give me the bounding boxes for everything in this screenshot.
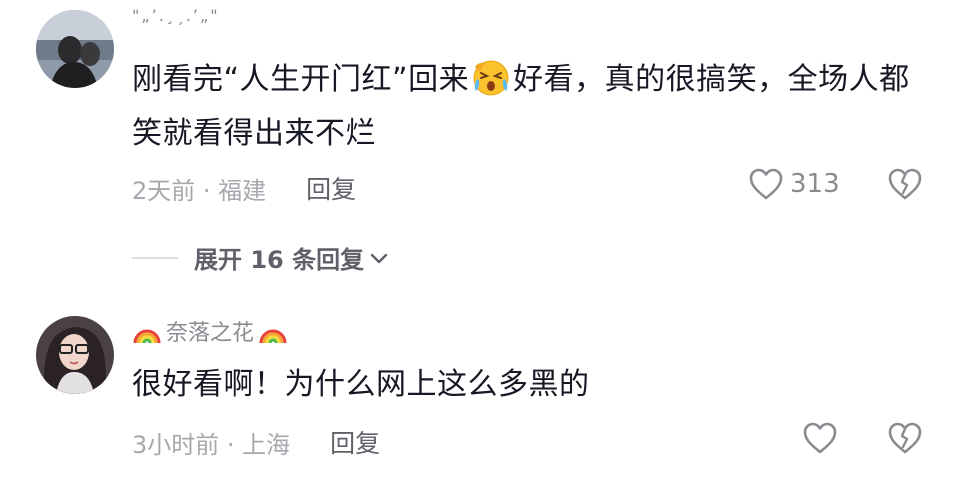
divider [132,256,178,259]
username[interactable]: "„’.¸ˏ.’„" [132,6,220,25]
time-location: 3小时前 · 上海 [132,430,291,459]
time-location: 2天前 · 福建 [132,176,267,205]
broken-heart-icon [888,422,922,454]
expand-replies-label: 展开 16 条回复 [194,246,365,274]
like-button[interactable]: 313 [748,167,840,201]
chevron-down-icon [370,253,388,263]
comment-text-part: 刚看完“人生开门红”回来 [132,62,470,97]
crying-laughing-face-icon [471,57,511,97]
reply-button[interactable]: 回复 [330,424,380,460]
comment-text: 很好看啊！为什么网上这么多黑的 [132,367,590,402]
heart-outline-icon [803,422,837,454]
rainbow-icon [259,329,287,344]
rainbow-icon [133,329,161,344]
like-count: 313 [790,169,840,199]
reply-button[interactable]: 回复 [306,170,356,206]
expand-replies-button[interactable]: 展开 16 条回复 [132,240,390,275]
comment-text: 刚看完“人生开门红”回来 好看，真的很搞笑，全场人都笑就看得出来不烂 [132,53,922,161]
like-button[interactable] [802,421,838,455]
avatar[interactable] [36,316,114,394]
comment-meta: 3小时前 · 上海 回复 [132,424,380,460]
dislike-button[interactable] [887,421,923,455]
heart-outline-icon [749,168,783,200]
comment-meta: 2天前 · 福建 回复 [132,170,356,206]
dislike-button[interactable] [887,167,923,201]
broken-heart-icon [888,168,922,200]
avatar[interactable] [36,10,114,88]
username-text: 奈落之花 [166,321,255,346]
username[interactable]: 奈落之花 [132,315,288,347]
